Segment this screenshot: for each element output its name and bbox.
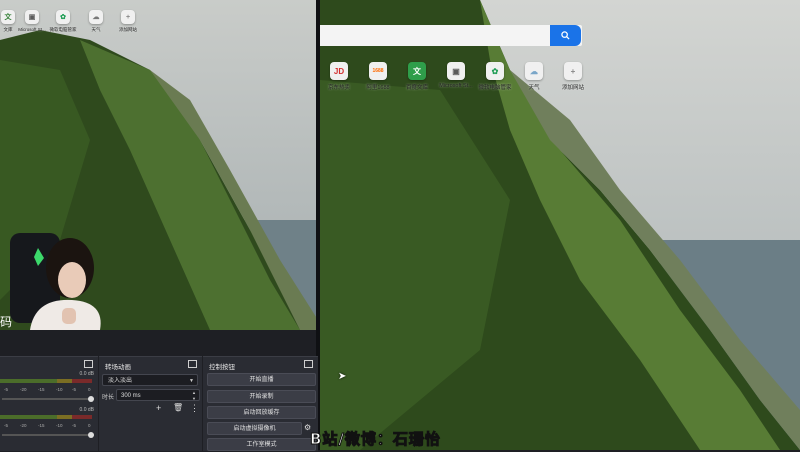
audio-meter (0, 415, 96, 420)
more-icon[interactable]: ⋮ (190, 403, 199, 414)
panel-float-icon[interactable] (188, 360, 197, 368)
mixer-db-top: 0.0 dB (79, 371, 94, 377)
shortcut-tile-store[interactable]: ▣ Microsoft St... (436, 62, 476, 89)
add-icon: + (564, 62, 582, 80)
search-icon (561, 31, 570, 40)
duration-input[interactable]: 300 ms ▲ ▼ (116, 389, 200, 401)
shortcut-tile-add[interactable]: + 添加网站 (553, 62, 593, 91)
svg-text:码: 码 (0, 315, 12, 329)
left-preview-canvas: 文 文库 ▣ Microsoft St... ✿ 微软电脑管家 ☁ 天气 + 添… (0, 0, 318, 330)
start-recording-button[interactable]: 开始录制 (207, 390, 316, 403)
panel-title: 控制按钮 (209, 364, 235, 371)
search-input[interactable] (320, 25, 582, 46)
start-replay-buffer-button[interactable]: 启动回放缓存 (207, 406, 316, 419)
panel-title: 转场动画 (105, 364, 131, 371)
audio-meter-scale: -5 -20 -15 -10 -5 0 (4, 387, 91, 392)
panel-float-icon[interactable] (304, 360, 313, 368)
studio-mode-button[interactable]: 工作室模式 (207, 438, 316, 451)
transition-panel: 转场动画 (99, 356, 202, 451)
streamer-watermark-text: B站/微博：石珊怡 (310, 430, 441, 449)
audio-mixer-panel: 0.0 dB -5 -20 -15 -10 -5 0 0.0 dB -5 -20… (0, 356, 98, 451)
start-virtual-camera-button[interactable]: 启动虚拟摄像机 (207, 422, 302, 435)
shortcut-tile[interactable]: + 添加网站 (108, 10, 148, 33)
transition-select[interactable]: 淡入淡出 ▼ (102, 374, 198, 386)
trash-icon[interactable]: 🗑 (173, 403, 183, 412)
search-button[interactable] (550, 25, 581, 46)
microsoft-store-icon: ▣ (447, 62, 465, 80)
pc-manager-icon: ✿ (56, 10, 70, 24)
mouse-cursor-icon: ➤ (338, 371, 347, 382)
add-icon[interactable]: + (156, 403, 161, 413)
document-icon: 文 (408, 62, 426, 80)
spin-icon[interactable]: ▲ ▼ (192, 390, 196, 402)
mixer-db-bottom: 0.0 dB (79, 407, 94, 413)
alibaba-icon: 1688 (369, 62, 387, 80)
shortcut-tile-jd[interactable]: JD 京东热卖 (319, 62, 359, 91)
webcam-overlay: 码 (0, 233, 101, 330)
duration-label: 时长 (102, 395, 115, 401)
chevron-down-icon: ▼ (189, 378, 194, 384)
add-icon: + (121, 10, 135, 24)
volume-slider[interactable] (2, 432, 94, 438)
pc-manager-icon: ✿ (486, 62, 504, 80)
audio-meter-scale: -5 -20 -15 -10 -5 0 (4, 423, 91, 428)
weather-icon: ☁ (525, 62, 543, 80)
shortcut-tile-weather[interactable]: ☁ 天气 (514, 62, 554, 91)
panel-float-icon[interactable] (84, 360, 93, 368)
microsoft-store-icon: ▣ (25, 10, 39, 24)
volume-slider[interactable] (2, 396, 94, 402)
shortcut-tile-1688[interactable]: 1688 阿里1688 (358, 62, 398, 91)
shortcut-tile-wenku[interactable]: 文 百度文库 (397, 62, 437, 91)
shortcut-tile-pcmanager[interactable]: ✿ 微软电脑管家 (475, 62, 515, 91)
jd-icon: JD (330, 62, 348, 80)
audio-meter (0, 379, 96, 384)
weather-icon: ☁ (89, 10, 103, 24)
start-streaming-button[interactable]: 开始直播 (207, 373, 316, 386)
